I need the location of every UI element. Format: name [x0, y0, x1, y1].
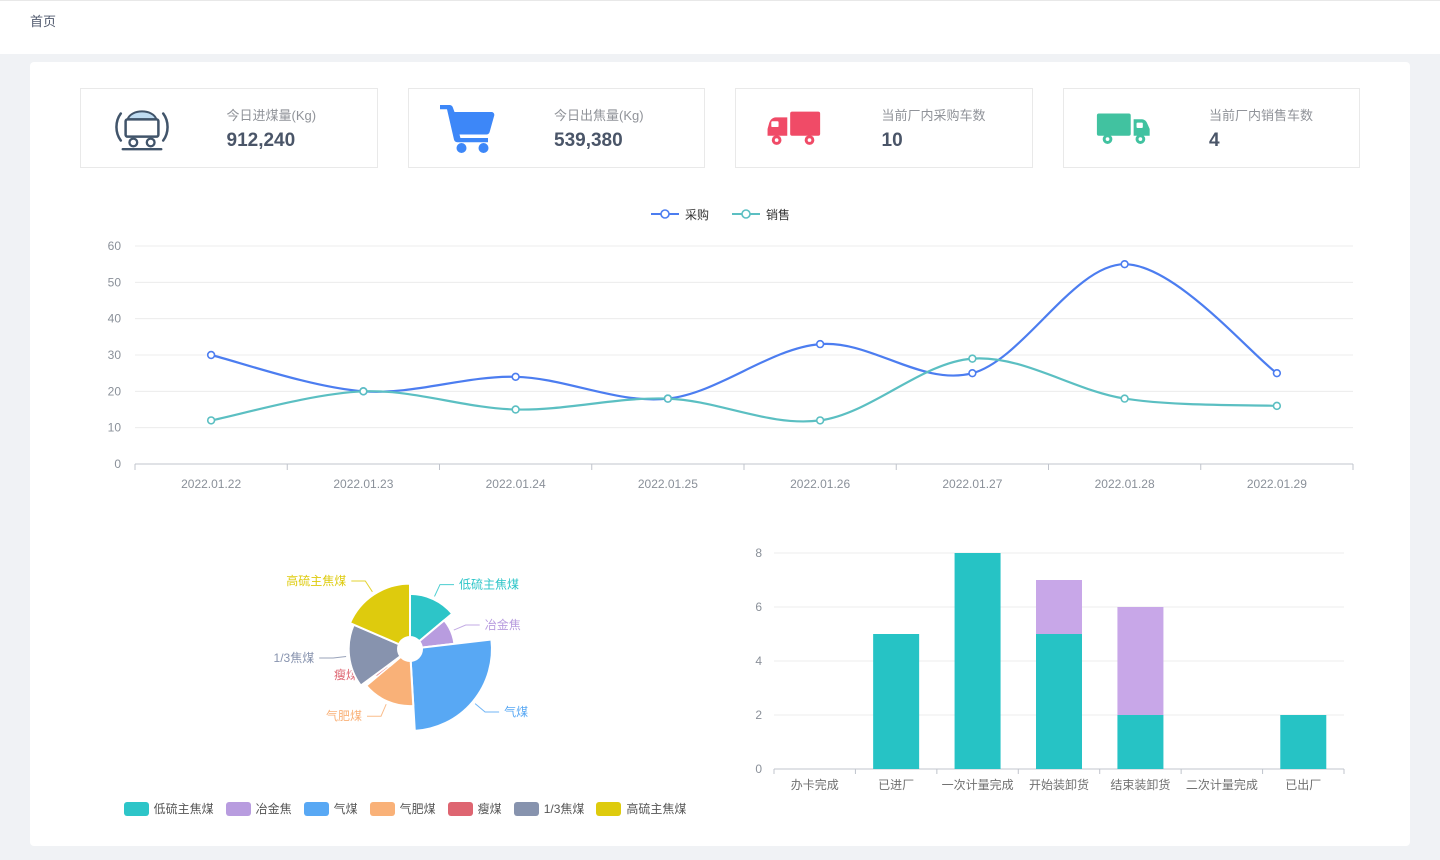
svg-text:2: 2 — [755, 708, 762, 722]
pie-chart-legend: 低硫主焦煤 冶金焦 气煤 气肥煤 瘦煤 1/3焦煤 高硫主焦煤 — [80, 800, 730, 817]
svg-text:结束装卸货: 结束装卸货 — [1110, 777, 1170, 792]
svg-text:气煤: 气煤 — [504, 704, 528, 719]
breadcrumb-bar: 首页 — [0, 0, 1440, 54]
legend-line-icon — [650, 207, 680, 221]
svg-text:0: 0 — [755, 762, 762, 776]
legend-swatch — [370, 802, 395, 816]
svg-text:低硫主焦煤: 低硫主焦煤 — [459, 577, 519, 592]
svg-text:高硫主焦煤: 高硫主焦煤 — [286, 573, 346, 588]
pie-legend-item-瘦煤[interactable]: 瘦煤 — [448, 800, 502, 817]
svg-text:气肥煤: 气肥煤 — [326, 708, 362, 723]
svg-text:1/3焦煤: 1/3焦煤 — [274, 651, 315, 665]
svg-text:2022.01.26: 2022.01.26 — [790, 477, 850, 491]
mine-cart-icon — [111, 101, 173, 155]
shopping-cart-icon — [439, 101, 501, 155]
svg-text:6: 6 — [755, 600, 762, 614]
legend-label: 低硫主焦煤 — [154, 800, 214, 817]
legend-line-icon — [731, 207, 761, 221]
main-panel: 今日进煤量(Kg) 912,240 今日出焦量(Kg) 539,380 — [30, 62, 1410, 846]
svg-text:50: 50 — [108, 275, 122, 289]
svg-text:0: 0 — [114, 457, 121, 471]
svg-text:2022.01.28: 2022.01.28 — [1095, 477, 1155, 491]
stat-value: 4 — [1209, 130, 1333, 152]
stat-card-sale-trucks: 当前厂内销售车数 4 — [1063, 88, 1361, 168]
legend-swatch — [514, 802, 539, 816]
svg-text:开始装卸货: 开始装卸货 — [1029, 777, 1089, 792]
purchase-sale-line-chart[interactable]: 0 10 20 30 40 50 60 2022.01.22 2022.01.23 2022.01… — [50, 230, 1390, 502]
pie-legend-item-高硫主焦煤[interactable]: 高硫主焦煤 — [596, 800, 686, 817]
pie-legend-item-低硫主焦煤[interactable]: 低硫主焦煤 — [124, 800, 214, 817]
legend-swatch — [304, 802, 329, 816]
svg-text:2022.01.24: 2022.01.24 — [486, 477, 546, 491]
truck-out-icon — [1094, 101, 1156, 155]
legend-label: 冶金焦 — [256, 800, 292, 817]
stat-cards: 今日进煤量(Kg) 912,240 今日出焦量(Kg) 539,380 — [80, 88, 1360, 168]
svg-text:二次计量完成: 二次计量完成 — [1186, 777, 1258, 792]
legend-label: 采购 — [685, 206, 709, 223]
svg-text:20: 20 — [108, 384, 122, 398]
stat-card-coal-in: 今日进煤量(Kg) 912,240 — [80, 88, 378, 168]
stat-value: 539,380 — [554, 130, 678, 152]
legend-label: 瘦煤 — [478, 800, 502, 817]
svg-text:60: 60 — [108, 239, 122, 253]
svg-text:4: 4 — [755, 654, 762, 668]
svg-text:30: 30 — [108, 348, 122, 362]
legend-label: 气煤 — [334, 800, 358, 817]
stat-card-purchase-trucks: 当前厂内采购车数 10 — [735, 88, 1033, 168]
svg-text:2022.01.25: 2022.01.25 — [638, 477, 698, 491]
legend-swatch — [448, 802, 473, 816]
breadcrumb[interactable]: 首页 — [30, 14, 56, 29]
stat-label: 当前厂内采购车数 — [882, 105, 1006, 124]
truck-in-icon — [766, 101, 828, 155]
legend-label: 1/3焦煤 — [544, 800, 585, 817]
pie-legend-item-冶金焦[interactable]: 冶金焦 — [226, 800, 292, 817]
legend-label: 销售 — [766, 206, 790, 223]
stat-card-coke-out: 今日出焦量(Kg) 539,380 — [408, 88, 706, 168]
bottom-charts: 低硫主焦煤冶金焦气煤气肥煤瘦煤1/3焦煤高硫主焦煤 低硫主焦煤冶金焦气煤气肥煤瘦… — [50, 529, 1390, 830]
svg-text:2022.01.27: 2022.01.27 — [942, 477, 1002, 491]
svg-text:10: 10 — [108, 421, 122, 435]
svg-text:已进厂: 已进厂 — [878, 778, 914, 792]
pie-legend-item-气肥煤[interactable]: 气肥煤 — [370, 800, 436, 817]
vehicle-status-bar-box: 0 2 4 6 8 办卡完成 已进厂 一次计量完成开始装卸货 结束装卸货 二次计量完成 已出厂 — [730, 529, 1390, 830]
legend-item-销售[interactable]: 销售 — [731, 206, 790, 223]
svg-text:2022.01.29: 2022.01.29 — [1247, 477, 1307, 491]
pie-legend-item-1/3焦煤[interactable]: 1/3焦煤 — [514, 800, 585, 817]
stat-value: 10 — [882, 130, 1006, 152]
svg-text:40: 40 — [108, 312, 122, 326]
stat-label: 今日出焦量(Kg) — [554, 105, 678, 124]
legend-swatch — [596, 802, 621, 816]
legend-swatch — [124, 802, 149, 816]
stat-label: 当前厂内销售车数 — [1209, 105, 1333, 124]
legend-label: 气肥煤 — [400, 800, 436, 817]
coal-type-rose-chart[interactable]: 低硫主焦煤冶金焦气煤气肥煤瘦煤1/3焦煤高硫主焦煤 — [80, 529, 720, 781]
line-chart-legend: 采购 销售 — [50, 204, 1390, 224]
vehicle-status-bar-chart[interactable]: 0 2 4 6 8 办卡完成 已进厂 一次计量完成开始装卸货 结束装卸货 二次计量完成 已出厂 — [730, 529, 1360, 825]
legend-swatch — [226, 802, 251, 816]
pie-legend-item-气煤[interactable]: 气煤 — [304, 800, 358, 817]
legend-item-采购[interactable]: 采购 — [650, 206, 709, 223]
legend-label: 高硫主焦煤 — [626, 800, 686, 817]
svg-text:2022.01.23: 2022.01.23 — [333, 477, 393, 491]
svg-text:2022.01.22: 2022.01.22 — [181, 477, 241, 491]
stat-value: 912,240 — [227, 130, 351, 152]
svg-text:已出厂: 已出厂 — [1285, 778, 1321, 792]
svg-text:一次计量完成: 一次计量完成 — [942, 777, 1014, 792]
svg-text:冶金焦: 冶金焦 — [485, 617, 521, 632]
svg-text:8: 8 — [755, 546, 762, 560]
svg-text:办卡完成: 办卡完成 — [791, 777, 839, 792]
coal-type-pie-box: 低硫主焦煤冶金焦气煤气肥煤瘦煤1/3焦煤高硫主焦煤 低硫主焦煤冶金焦气煤气肥煤瘦… — [50, 529, 730, 830]
line-chart-area: 采购 销售 0 10 20 30 40 50 60 2022.01.22 2022.01.23 20… — [50, 204, 1390, 507]
stat-label: 今日进煤量(Kg) — [227, 105, 351, 124]
